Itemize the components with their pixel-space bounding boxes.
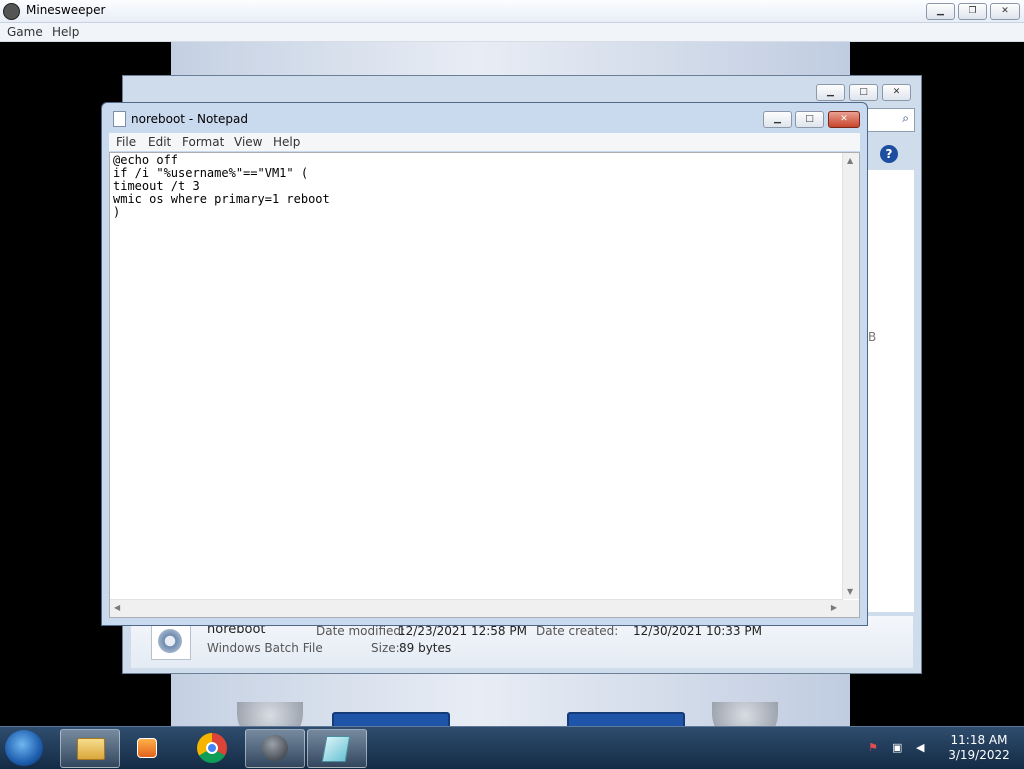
notepad-titlebar: noreboot - Notepad ▁ □ ✕ — [102, 103, 867, 133]
batch-file-icon — [151, 622, 191, 660]
details-date-modified: 12/23/2021 12:58 PM — [398, 624, 527, 638]
horizontal-scrollbar[interactable]: ◀ ▶ — [110, 599, 843, 617]
taskbar-media-player[interactable] — [119, 729, 177, 766]
minesweeper-restore-button[interactable]: ❐ — [958, 3, 987, 20]
minesweeper-title: Minesweeper — [26, 3, 106, 17]
notepad-maximize-button[interactable]: □ — [795, 111, 824, 128]
notepad-window: noreboot - Notepad ▁ □ ✕ File Edit Forma… — [101, 102, 868, 626]
menu-format[interactable]: Format — [182, 135, 224, 149]
notepad-menubar: File Edit Format View Help — [109, 133, 860, 151]
notepad-title: noreboot - Notepad — [131, 112, 248, 126]
play-icon — [137, 738, 157, 758]
folder-icon — [77, 738, 105, 760]
explorer-minimize-button[interactable]: ▁ — [816, 84, 845, 101]
chrome-icon — [197, 733, 227, 763]
menu-edit[interactable]: Edit — [148, 135, 171, 149]
clock-date: 3/19/2022 — [948, 748, 1010, 762]
notepad-text-area[interactable]: @echo off if /i "%username%"=="VM1" ( ti… — [109, 152, 860, 618]
mine-icon — [262, 735, 288, 761]
details-file-type: Windows Batch File — [207, 641, 323, 655]
notepad-content[interactable]: @echo off if /i "%username%"=="VM1" ( ti… — [113, 154, 330, 219]
minesweeper-minimize-button[interactable]: ▁ — [926, 3, 955, 20]
details-date-modified-label: Date modified: — [316, 624, 406, 638]
action-center-icon[interactable]: ⚑ — [868, 741, 882, 755]
notepad-icon — [321, 736, 351, 762]
menu-help[interactable]: Help — [52, 25, 79, 39]
menu-file[interactable]: File — [116, 135, 136, 149]
search-icon[interactable]: ⌕ — [902, 111, 909, 126]
size-grip[interactable] — [843, 600, 859, 617]
clock-time: 11:18 AM — [950, 733, 1008, 747]
scroll-up-icon[interactable]: ▲ — [847, 156, 853, 165]
details-size-label: Size: — [371, 641, 400, 655]
explorer-maximize-button[interactable]: □ — [849, 84, 878, 101]
volume-icon[interactable]: ◀ — [916, 741, 930, 755]
scroll-right-icon[interactable]: ▶ — [831, 603, 837, 612]
menu-game[interactable]: Game — [7, 25, 43, 39]
details-date-created-label: Date created: — [536, 624, 619, 638]
help-icon[interactable]: ? — [880, 145, 898, 163]
scroll-down-icon[interactable]: ▼ — [847, 587, 853, 596]
taskbar-explorer[interactable] — [60, 729, 120, 768]
explorer-preview-pane: B — [867, 170, 914, 612]
notepad-minimize-button[interactable]: ▁ — [763, 111, 792, 128]
explorer-close-button[interactable]: ✕ — [882, 84, 911, 101]
taskbar-minesweeper[interactable] — [245, 729, 305, 768]
vertical-scrollbar[interactable]: ▲ ▼ — [842, 153, 859, 599]
notepad-icon — [113, 111, 126, 127]
preview-glyph: B — [868, 330, 877, 344]
minesweeper-titlebar: Minesweeper ▁ ❐ ✕ — [0, 0, 1024, 23]
details-date-created: 12/30/2021 10:33 PM — [633, 624, 762, 638]
minesweeper-close-button[interactable]: ✕ — [990, 3, 1020, 20]
scroll-left-icon[interactable]: ◀ — [114, 603, 120, 612]
explorer-search-input[interactable]: ⌕ — [867, 108, 915, 132]
details-size: 89 bytes — [399, 641, 452, 655]
menu-view[interactable]: View — [234, 135, 262, 149]
start-button[interactable] — [5, 730, 43, 766]
menu-help[interactable]: Help — [273, 135, 300, 149]
network-icon[interactable]: ▣ — [892, 741, 906, 755]
taskbar-chrome[interactable] — [183, 729, 241, 766]
taskbar: ⚑ ▣ ◀ 11:18 AM 3/19/2022 — [0, 726, 1024, 769]
taskbar-notepad[interactable] — [307, 729, 367, 768]
notepad-close-button[interactable]: ✕ — [828, 111, 860, 128]
mine-icon — [3, 3, 20, 20]
clock[interactable]: 11:18 AM 3/19/2022 — [940, 733, 1018, 763]
minesweeper-menubar: Game Help — [0, 23, 1024, 42]
system-tray: ⚑ ▣ ◀ 11:18 AM 3/19/2022 — [860, 727, 1024, 769]
